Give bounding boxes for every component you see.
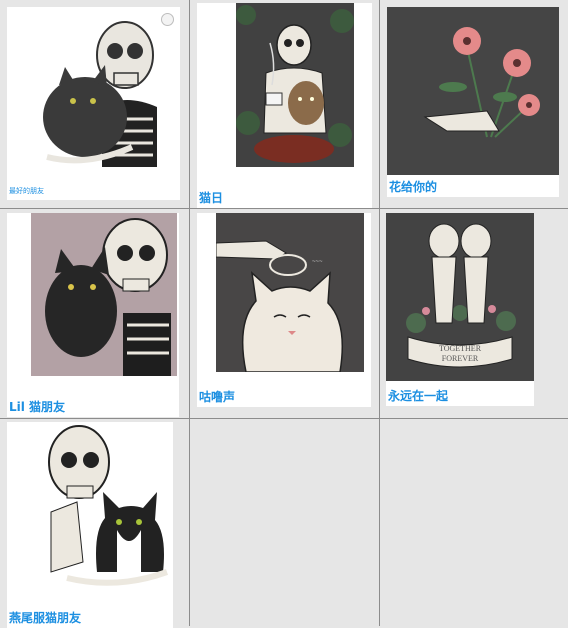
skeleton-tuxedo-cat-illustration	[48, 425, 169, 586]
grid-cell-lil-cat-friend[interactable]: Lil 猫朋友	[0, 209, 189, 418]
skeleton-coffee-cat-illustration	[236, 5, 354, 163]
grid-cell-tuxedo-cat-friend[interactable]: 燕尾服猫朋友	[0, 419, 189, 628]
design-title[interactable]: 猫日	[199, 189, 223, 206]
design-title[interactable]: 燕尾服猫朋友	[9, 609, 81, 626]
design-caption: 燕尾服猫朋友	[7, 608, 173, 628]
design-card[interactable]: TOGETHER FOREVER 永远在一起	[386, 213, 534, 406]
design-card[interactable]: 花给你的	[387, 7, 559, 197]
together-forever-art: TOGETHER FOREVER	[386, 213, 534, 381]
grid-cell-cat-day[interactable]: 猫日	[190, 0, 379, 208]
grid-cell-best-friend[interactable]: 最好的朋友	[0, 0, 189, 208]
two-skeletons-illustration: TOGETHER FOREVER	[406, 223, 516, 368]
cat-purr-art: ~~~	[216, 213, 364, 372]
svg-text:~~~: ~~~	[312, 259, 323, 265]
svg-text:TOGETHER: TOGETHER	[439, 344, 482, 353]
design-caption: 最好的朋友	[7, 180, 180, 200]
design-title[interactable]: 花给你的	[389, 178, 437, 195]
design-card[interactable]: Lil 猫朋友	[7, 213, 179, 417]
design-caption: 永远在一起	[386, 386, 534, 406]
svg-text:FOREVER: FOREVER	[442, 354, 479, 363]
design-title[interactable]: 咕噜声	[199, 388, 235, 405]
skeleton-hand-flowers-illustration	[423, 27, 540, 138]
design-caption: 咕噜声	[197, 387, 371, 407]
design-title[interactable]: 最好的朋友	[9, 186, 44, 196]
design-card[interactable]: 猫日	[197, 3, 372, 208]
design-card[interactable]: 最好的朋友	[7, 7, 180, 200]
design-caption: 花给你的	[387, 177, 559, 197]
design-title[interactable]: Lil 猫朋友	[9, 398, 65, 415]
design-title[interactable]: 永远在一起	[388, 387, 448, 404]
skeleton-coffee-cat-art	[236, 3, 354, 167]
skeleton-hugging-cat-illustration	[43, 21, 157, 167]
skeleton-black-cat-illustration	[45, 218, 171, 376]
favorite-icon[interactable]	[161, 13, 174, 26]
design-caption: Lil 猫朋友	[7, 397, 179, 417]
grid-cell-flowers-for-you[interactable]: 花给你的	[380, 0, 568, 208]
grid-cell-together-forever[interactable]: TOGETHER FOREVER 永远在一起	[380, 209, 568, 418]
flowers-hand-art	[387, 7, 559, 175]
skeleton-cat-art	[7, 7, 180, 177]
skeleton-black-cat-art	[31, 213, 177, 376]
design-caption: 猫日	[197, 188, 372, 208]
design-card[interactable]: 燕尾服猫朋友	[7, 422, 173, 628]
cat-chin-scratch-illustration: ~~~	[216, 240, 343, 372]
grid-cell-empty	[380, 419, 568, 628]
grid-cell-empty	[190, 419, 379, 628]
grid-cell-purr[interactable]: ~~~ 咕噜声	[190, 209, 379, 418]
skeleton-tuxedo-cat-art	[37, 422, 171, 592]
design-grid: 最好的朋友 猫日 花给你的 Lil 猫朋友 ~~~ 咕噜声 TOGETHER F…	[0, 0, 568, 628]
design-card[interactable]: ~~~ 咕噜声	[197, 213, 371, 407]
